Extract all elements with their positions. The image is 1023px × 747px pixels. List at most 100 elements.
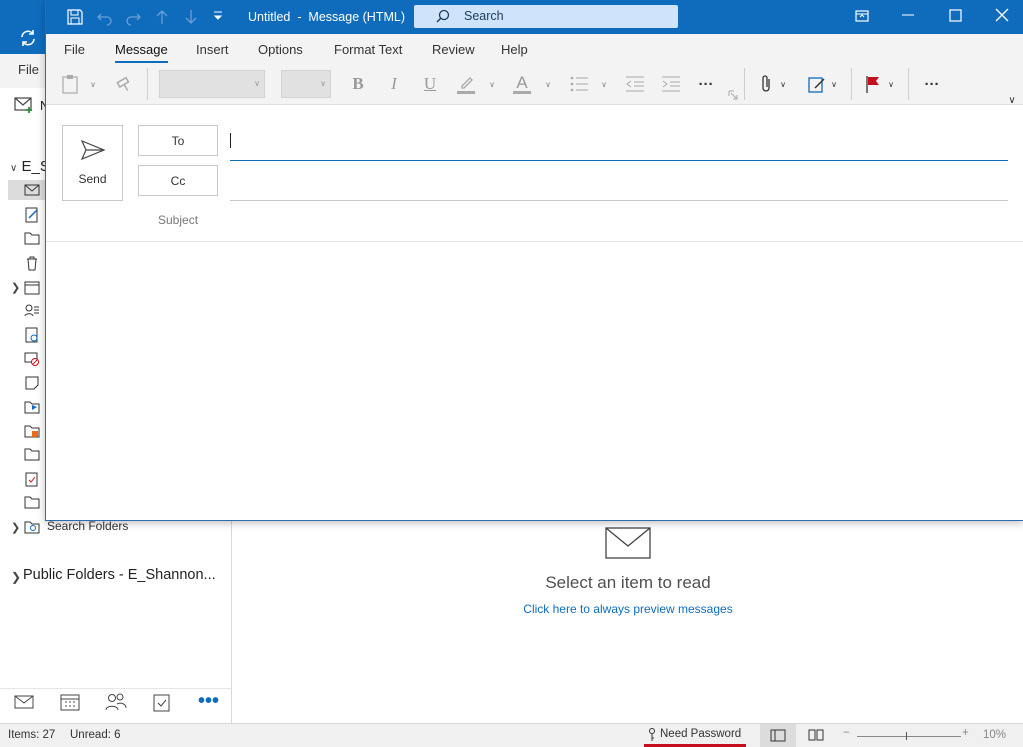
folder-icon[interactable] [24,231,40,245]
close-button[interactable] [995,8,1009,22]
zoom-level[interactable]: 10% [983,729,1006,741]
more-formatting-icon[interactable]: ··· [694,72,718,96]
subject-field[interactable] [230,209,1008,231]
chevron-right-icon[interactable]: ❯ [11,570,21,584]
compose-title-bar: Untitled - Message (HTML) Search [46,0,1023,34]
search-folders-label[interactable]: Search Folders [47,519,128,533]
underline-button[interactable]: U [420,72,440,96]
main-file-menu[interactable]: File [18,62,39,77]
bullets-dropdown-icon[interactable]: ∨ [599,72,609,96]
tab-review[interactable]: Review [432,42,475,57]
paste-icon[interactable] [58,72,82,96]
status-bar: Items: 27 Unread: 6 Need Password − + 10… [0,723,1023,747]
to-field[interactable] [230,131,1008,153]
to-button[interactable]: To [138,125,218,156]
tab-message[interactable]: Message [115,42,168,63]
notes-icon[interactable] [24,375,40,391]
dialog-launcher-icon[interactable] [728,90,738,100]
font-color-button[interactable]: A [511,72,533,96]
reading-view-button[interactable] [808,728,824,742]
cc-field[interactable] [230,171,1008,193]
calendar-icon[interactable] [60,692,80,712]
signature-icon[interactable] [806,72,828,96]
send-button[interactable]: Send [62,125,123,201]
tab-insert[interactable]: Insert [196,42,229,57]
sync-icon[interactable] [18,28,38,48]
more-commands-icon[interactable]: ··· [920,72,944,96]
italic-button[interactable]: I [384,72,404,96]
increase-indent-icon[interactable] [660,72,682,96]
preview-messages-link[interactable]: Click here to always preview messages [233,602,1023,616]
zoom-in-button[interactable]: + [962,727,969,739]
tab-help[interactable]: Help [501,42,528,57]
signature-dropdown-icon[interactable]: ∨ [829,72,839,96]
rss-icon[interactable] [24,423,40,439]
folder-icon[interactable] [24,447,40,461]
new-mail-icon[interactable] [14,96,36,114]
font-color-dropdown-icon[interactable]: ∨ [543,72,553,96]
need-password-button[interactable]: Need Password [644,724,746,747]
zoom-slider-thumb[interactable] [906,732,907,740]
bullets-icon[interactable] [568,72,590,96]
ribbon-display-options-icon[interactable] [854,8,870,24]
customize-qat-icon[interactable] [212,10,224,22]
flag-dropdown-icon[interactable]: ∨ [886,72,896,96]
contacts-icon[interactable] [24,303,40,317]
cc-field-underline [230,200,1008,201]
flag-icon[interactable] [863,72,883,96]
to-field-underline [230,160,1008,161]
folder-icon[interactable] [24,495,40,509]
highlight-dropdown-icon[interactable]: ∨ [487,72,497,96]
chevron-right-icon[interactable]: ❯ [11,281,20,294]
items-count: Items: 27 [8,729,56,741]
chevron-down-icon: ∨ [254,79,260,88]
cc-button[interactable]: Cc [138,165,218,196]
journal-icon[interactable] [24,327,40,343]
bold-button[interactable]: B [348,72,368,96]
attach-file-icon[interactable] [756,72,776,96]
public-folders-node[interactable]: Public Folders - E_Shannon... [23,567,216,583]
search-placeholder: Search [464,9,504,23]
attach-dropdown-icon[interactable]: ∨ [778,72,788,96]
ribbon-separator [851,68,852,100]
junk-icon[interactable] [24,351,40,367]
search-icon [436,9,450,23]
font-name-combo[interactable]: ∨ [159,70,265,98]
arrow-down-icon[interactable] [182,8,200,26]
zoom-out-button[interactable]: − [843,727,850,739]
mail-icon[interactable] [14,694,34,710]
drafts-icon[interactable] [24,207,40,223]
message-body[interactable] [46,243,1023,520]
send-icon [81,140,105,160]
normal-view-button[interactable] [760,724,796,747]
redo-icon[interactable] [124,8,142,26]
minimize-button[interactable] [902,14,914,16]
format-painter-icon[interactable] [114,72,136,96]
chevron-right-icon[interactable]: ❯ [11,521,20,534]
undo-icon[interactable] [96,8,114,26]
paste-dropdown-icon[interactable]: ∨ [88,72,98,96]
highlight-icon[interactable] [455,72,477,96]
font-size-combo[interactable]: ∨ [281,70,331,98]
calendar-icon[interactable] [24,279,40,295]
search-box[interactable]: Search [414,5,678,28]
people-icon[interactable] [105,692,127,712]
account-node[interactable]: ∨ E_S [10,158,50,175]
search-folder-icon[interactable] [24,519,40,535]
trash-icon[interactable] [24,255,40,271]
tab-options[interactable]: Options [258,42,303,57]
tab-format-text[interactable]: Format Text [334,42,402,57]
tab-file[interactable]: File [64,42,85,57]
outbox-icon[interactable] [24,399,40,415]
ribbon-separator [744,68,745,100]
envelope-icon [605,527,651,559]
arrow-up-icon[interactable] [153,8,171,26]
tasks-icon[interactable] [152,692,172,712]
tasks-icon[interactable] [24,471,40,487]
zoom-slider[interactable] [857,736,961,737]
decrease-indent-icon[interactable] [624,72,646,96]
maximize-button[interactable] [949,8,963,22]
inbox-icon[interactable] [24,183,40,197]
more-icon[interactable]: ••• [198,690,219,713]
save-icon[interactable] [66,8,84,26]
